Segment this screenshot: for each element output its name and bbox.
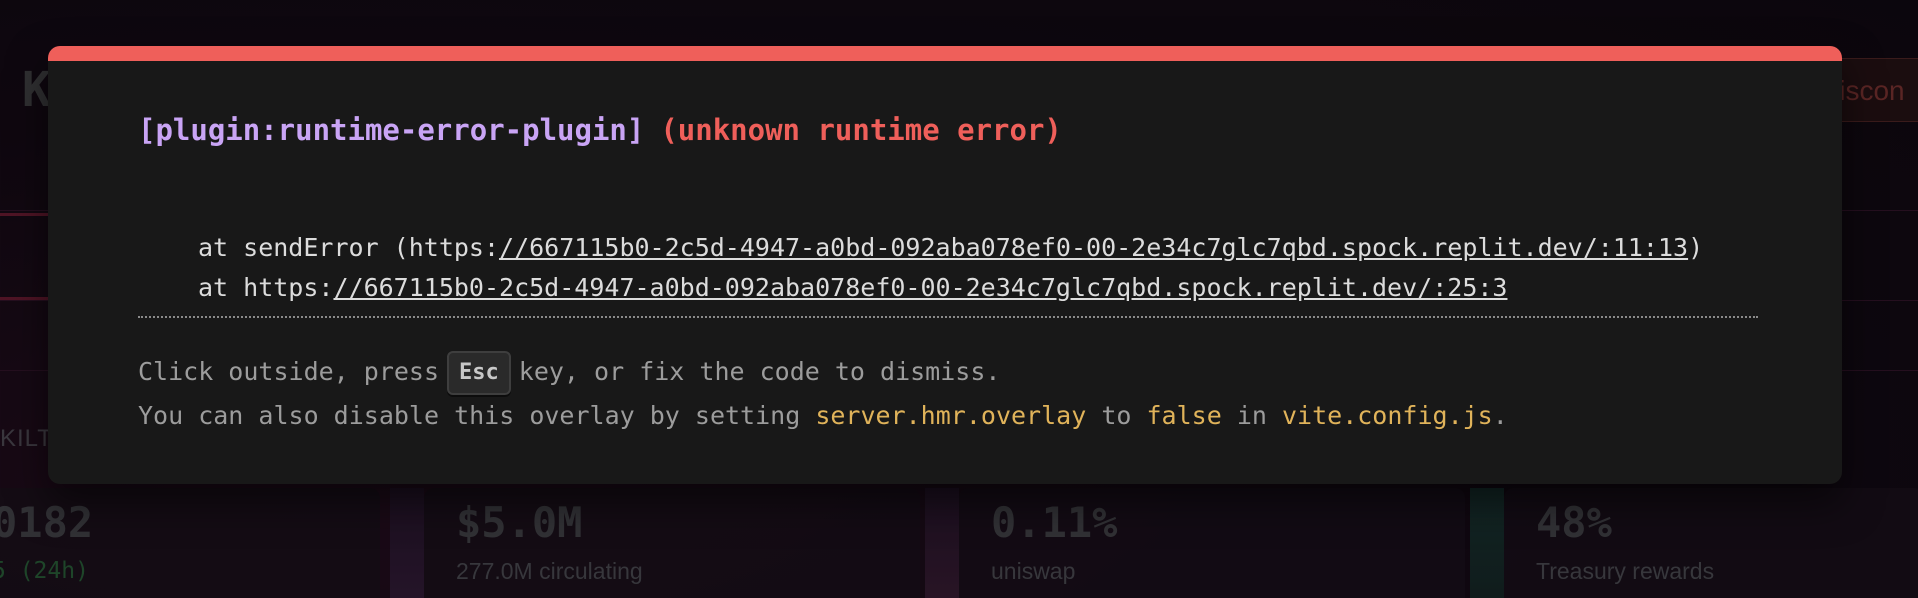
tip-text: . bbox=[1492, 401, 1508, 430]
stack-file-link[interactable]: //667115b0-2c5d-4947-a0bd-092aba078ef0-0… bbox=[333, 273, 1507, 302]
divider bbox=[138, 316, 1758, 318]
dismiss-tip: Click outside, press Esc key, or fix the c… bbox=[138, 351, 1000, 395]
stack-prefix: at sendError (https: bbox=[198, 233, 500, 262]
stack-frame: at sendError (https://667115b0-2c5d-4947… bbox=[198, 228, 1703, 268]
plugin-name: [plugin:runtime-error-plugin] bbox=[138, 113, 645, 147]
tip-text: key, or fix the code to dismiss. bbox=[518, 357, 1001, 386]
setting-name: server.hmr.overlay bbox=[815, 401, 1087, 430]
tip-text: in bbox=[1236, 401, 1267, 430]
error-overlay: [plugin:runtime-error-plugin] (unknown ru… bbox=[48, 46, 1842, 484]
config-file: vite.config.js bbox=[1282, 401, 1493, 430]
tip-text: Click outside, press bbox=[138, 357, 440, 386]
esc-key: Esc bbox=[447, 351, 511, 395]
stack-trace: at sendError (https://667115b0-2c5d-4947… bbox=[198, 228, 1703, 308]
setting-value: false bbox=[1146, 401, 1222, 430]
disable-tip: You can also disable this overlay by set… bbox=[138, 401, 1508, 430]
error-message: (unknown runtime error) bbox=[660, 113, 1062, 147]
stack-prefix: at https: bbox=[198, 273, 334, 302]
stack-file-link[interactable]: //667115b0-2c5d-4947-a0bd-092aba078ef0-0… bbox=[499, 233, 1688, 262]
stack-frame: at https://667115b0-2c5d-4947-a0bd-092ab… bbox=[198, 268, 1703, 308]
tip-text: You can also disable this overlay by set… bbox=[138, 401, 801, 430]
stack-suffix: ) bbox=[1688, 233, 1704, 262]
tip-text: to bbox=[1101, 401, 1132, 430]
error-header: [plugin:runtime-error-plugin] (unknown ru… bbox=[138, 113, 1062, 147]
